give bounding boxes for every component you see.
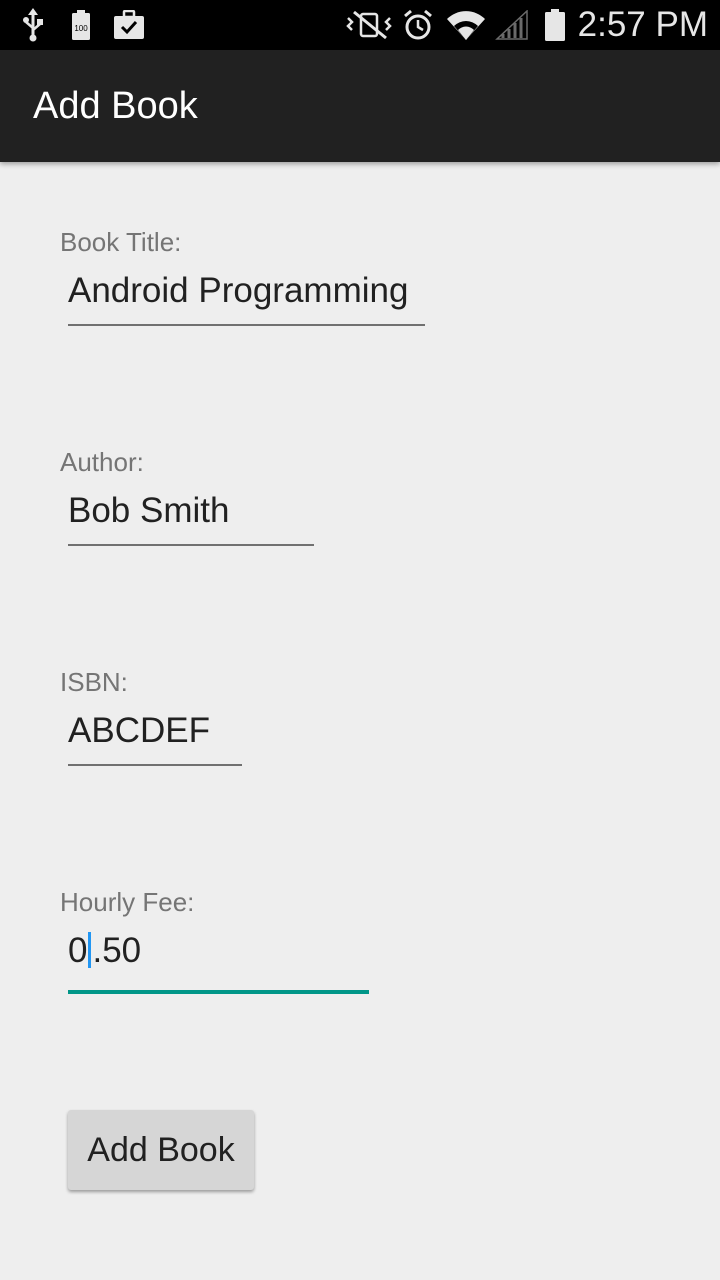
hourly-fee-value-before-cursor: 0 (68, 931, 88, 970)
briefcase-check-icon (112, 8, 146, 42)
author-field[interactable]: Bob Smith (68, 486, 314, 546)
hourly-fee-label: Hourly Fee: (60, 887, 195, 917)
svg-text:100: 100 (74, 24, 88, 33)
wifi-icon (446, 8, 486, 42)
hourly-fee-value-after-cursor: .50 (92, 931, 142, 970)
alarm-icon (402, 8, 434, 42)
add-book-form: Book Title: Android Programming Author: … (0, 162, 720, 1280)
signal-icon (494, 8, 530, 42)
isbn-label: ISBN: (60, 667, 128, 697)
action-bar: Add Book (0, 50, 720, 162)
battery-icon (542, 8, 568, 42)
page-title: Add Book (33, 85, 198, 127)
vibrate-mute-icon (345, 8, 393, 42)
book-title-field[interactable]: Android Programming (68, 266, 425, 326)
hourly-fee-field[interactable]: 0.50 (68, 926, 369, 994)
status-bar: 100 2:57 PM (0, 0, 720, 50)
author-value: Bob Smith (68, 491, 230, 530)
book-title-value: Android Programming (68, 271, 409, 310)
battery-100-icon: 100 (70, 8, 92, 42)
author-label: Author: (60, 447, 144, 477)
book-title-label: Book Title: (60, 227, 182, 257)
isbn-field[interactable]: ABCDEF (68, 706, 242, 766)
clock: 2:57 PM (577, 5, 708, 44)
usb-icon (20, 8, 46, 42)
isbn-value: ABCDEF (68, 711, 210, 750)
add-book-button[interactable]: Add Book (68, 1110, 254, 1190)
